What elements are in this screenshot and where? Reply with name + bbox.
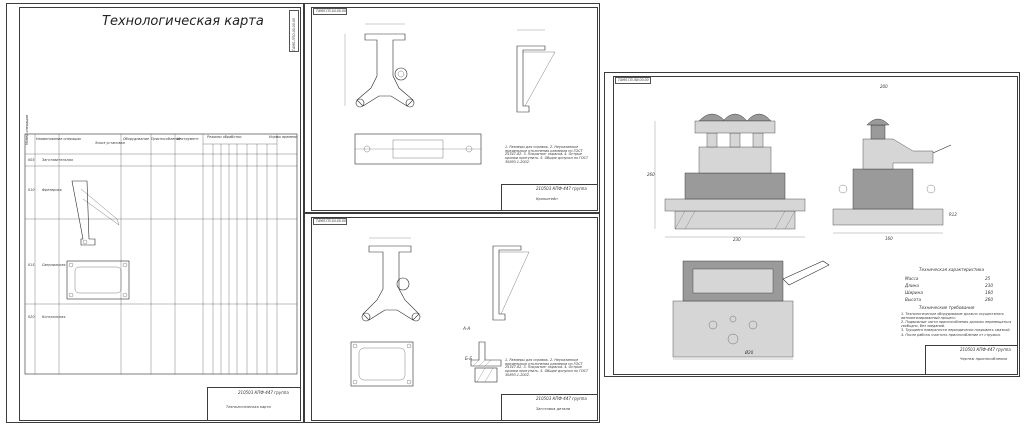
sheet-stamp: ТАМЛ.ПЗ.ЛИ.00.00 [615, 77, 651, 84]
sheet-part-drawing: ТАМЛ.ПЗ.04.00.00 1. Размеры для справок.… [304, 3, 600, 213]
tech-char-value-3: 160 [985, 290, 993, 295]
title-block: 210503 КПФ-447 группа Кронштейн [501, 184, 598, 211]
section-bb-label: Б-Б [465, 356, 473, 361]
col-header-1: Номер операции [25, 115, 29, 145]
part-front-view [344, 23, 415, 108]
dim-width: 230 [733, 237, 741, 242]
fixture-side-view [832, 118, 952, 234]
tech-table [24, 133, 298, 375]
fixture-plan-view [672, 260, 830, 360]
sheet-tech-card: Технологическая карта ТАМЛ.ЛПО.00.00.00 … [6, 3, 304, 423]
title-block-code: 210503 КПФ-447 группа [960, 347, 1011, 352]
title-block: 210503 КПФ-447 группа Заготовка детали [501, 394, 598, 421]
tech-char-value-2: 230 [985, 283, 993, 288]
sketch-bracket [71, 180, 120, 246]
part-top-view [354, 133, 482, 165]
row-name-4: Контрольная [42, 315, 66, 319]
fixture-front-view [654, 113, 806, 238]
dim-radius: R12 [949, 212, 957, 217]
tech-char-value-1: 25 [985, 276, 991, 281]
title-block-code: 210503 КПФ-447 группа [536, 396, 587, 401]
row-name-3: Сверлильная [42, 263, 66, 267]
row-name-1: Заготовительная [42, 158, 73, 162]
sheet-stamp: ТАМЛ.ПЗ.04.00.00 [313, 218, 347, 225]
row-num-1: 005 [28, 158, 35, 162]
row-num-4: 020 [28, 315, 35, 319]
section-aa-label: А-А [463, 326, 471, 331]
section-bb [474, 367, 498, 383]
sheet-stamp: ТАМЛ.ПЗ.04.00.00 [313, 8, 347, 15]
title-block: 210503 КПФ-447 группа Технологическая ка… [207, 387, 301, 421]
blank-front-view [361, 237, 421, 322]
row-num-3: 015 [28, 263, 35, 267]
blank-notes: 1. Размеры для справок. 2. Неуказанные п… [505, 358, 589, 377]
row-name-2: Фрезерная [42, 188, 62, 192]
title-block-code: 210503 КПФ-447 группа [536, 186, 587, 191]
part-notes: 1. Размеры для справок. 2. Неуказанные п… [505, 145, 589, 164]
title-block-name: Чертеж приспособления [960, 357, 1007, 361]
col-header-3: Эскиз установки [95, 141, 125, 145]
blank-side-view [492, 245, 530, 321]
title-block-name: Кронштейн [536, 197, 558, 201]
tech-char-label-2: Длина [905, 283, 919, 288]
col-header-4: Оборудование [123, 137, 149, 141]
blank-top-view [350, 341, 414, 387]
tech-req-4: 4. После работы очистить приспособление … [901, 333, 1001, 337]
sheet-blank-drawing: ТАМЛ.ПЗ.04.00.00 А-А Б-Б 1. Размеры для … [304, 213, 600, 423]
dim-overall: 200 [880, 84, 888, 89]
part-side-view [516, 29, 556, 113]
dim-depth: 160 [885, 236, 893, 241]
col-header-8: Нормы времени [269, 135, 298, 139]
tech-char-label-1: Масса [905, 276, 919, 281]
title-block: 210503 КПФ-447 группа Чертеж приспособле… [925, 345, 1018, 375]
dim-hole: Ø20 [745, 350, 754, 355]
dim-height: 260 [647, 172, 655, 177]
title-block-name: Технологическая карта [226, 405, 271, 409]
tech-char-title: Техническая характеристика [919, 267, 985, 272]
sheet-stamp: ТАМЛ.ЛПО.00.00.00 [289, 10, 299, 52]
sheet-fixture-assembly: ТАМЛ.ПЗ.ЛИ.00.00 230 260 160 200 Ø20 R12… [604, 72, 1020, 377]
tech-char-value-4: 260 [985, 297, 993, 302]
tech-char-label-3: Ширина [905, 290, 923, 295]
tech-char-label-4: Высота [905, 297, 922, 302]
title-block-code: 210503 КПФ-447 группа [238, 390, 289, 395]
col-header-6: Инструмент [177, 137, 199, 141]
sheet-title: Технологическая карта [102, 14, 264, 29]
title-block-name: Заготовка детали [536, 407, 571, 411]
tech-req-title: Технические требования [919, 305, 975, 310]
col-header-7: Режимы обработки [207, 135, 242, 139]
row-num-2: 010 [28, 188, 35, 192]
sketch-plate [66, 260, 130, 300]
col-header-2: Наименование операции [36, 137, 81, 141]
